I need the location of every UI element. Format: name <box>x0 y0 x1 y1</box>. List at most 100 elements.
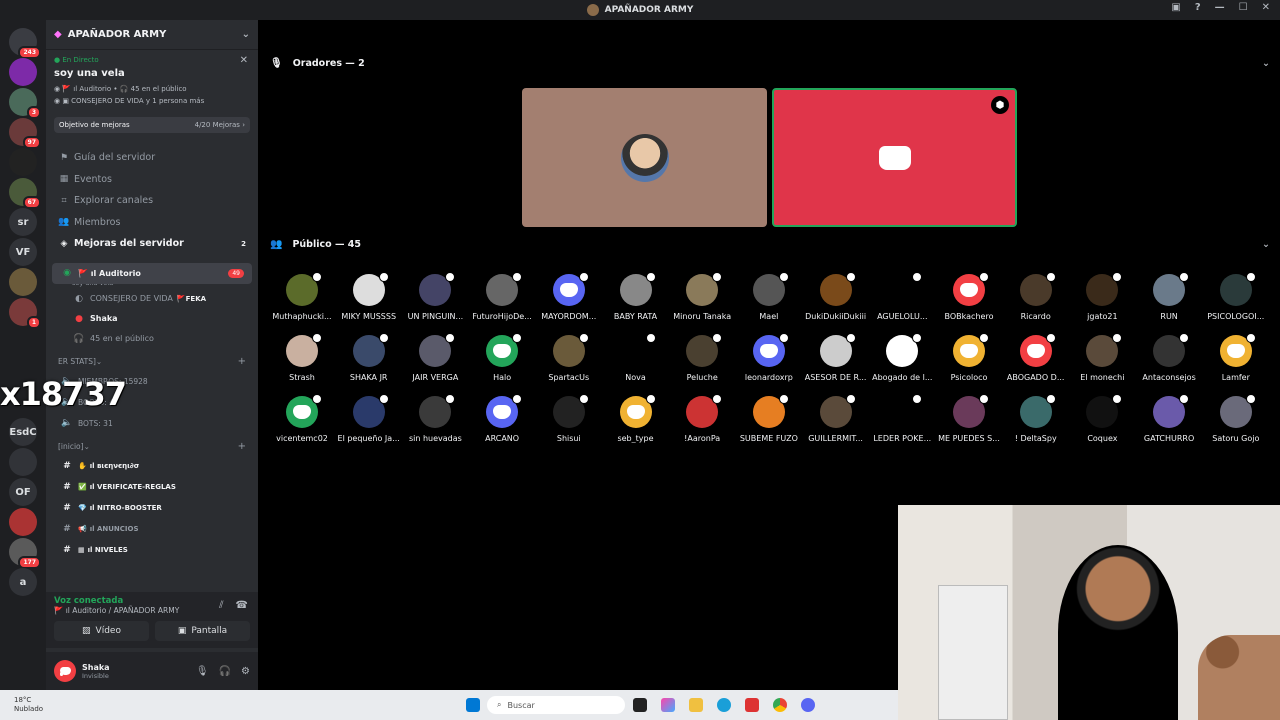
gear-icon[interactable]: ⚙ <box>241 666 250 677</box>
server-icon[interactable] <box>9 508 37 536</box>
audience-member[interactable]: ABOGADO D... <box>1003 333 1069 382</box>
server-icon[interactable] <box>9 58 37 86</box>
close-icon[interactable]: ✕ <box>240 55 248 66</box>
audience-member[interactable]: seb_type <box>603 394 669 443</box>
text-channel[interactable]: # ▦ ıl NIVELES <box>46 540 258 561</box>
audience-member[interactable]: RUN <box>1136 272 1202 321</box>
audience-member[interactable]: Lamfer <box>1203 333 1269 382</box>
text-channel[interactable]: # 💎 ıl NITRO-BOOSTER <box>46 498 258 519</box>
server-icon[interactable] <box>9 148 37 176</box>
voice-member[interactable]: ● Shaka <box>46 309 258 329</box>
server-icon[interactable]: OF <box>9 478 37 506</box>
audience-member[interactable]: Halo <box>469 333 535 382</box>
audience-member[interactable]: LEDER POKE... <box>869 394 935 443</box>
server-icon[interactable]: 1 <box>9 298 41 329</box>
audience-member[interactable]: Peluche <box>669 333 735 382</box>
audience-member[interactable]: Psicoloco <box>936 333 1002 382</box>
stats-channel[interactable]: 🔈 BOTS: 31 <box>46 413 258 434</box>
audience-member[interactable]: Nova <box>603 333 669 382</box>
audience-member[interactable]: ARCANO <box>469 394 535 443</box>
audience-member[interactable]: Abogado de l... <box>869 333 935 382</box>
audience-member[interactable]: FuturoHijoDe... <box>469 272 535 321</box>
server-icon[interactable] <box>9 268 37 296</box>
add-channel-icon[interactable]: + <box>238 356 246 367</box>
disconnect-icon[interactable]: ☎ <box>236 600 248 611</box>
nav-item[interactable]: 👥 Miembros <box>46 212 258 234</box>
audience-member[interactable]: Strash <box>269 333 335 382</box>
noise-suppression-icon[interactable]: ⫽ <box>219 600 223 611</box>
file-explorer-icon[interactable] <box>689 698 703 712</box>
audience-member[interactable]: Mael <box>736 272 802 321</box>
edge-icon[interactable] <box>717 698 731 712</box>
text-channel[interactable]: # ✅ ıl VERIFICATE-REGLAS <box>46 477 258 498</box>
copilot-icon[interactable] <box>661 698 675 712</box>
mic-icon[interactable]: 🎙 <box>196 666 209 677</box>
taskbar-search[interactable]: ⌕ Buscar <box>487 696 625 714</box>
audience-member[interactable]: ! DeltaSpy <box>1003 394 1069 443</box>
text-channel[interactable]: # ✋ ıl вιєηνєηι∂σ <box>46 456 258 477</box>
audience-member[interactable]: Ricardo <box>1003 272 1069 321</box>
audience-member[interactable]: BOBkachero <box>936 272 1002 321</box>
audience-member[interactable]: SUBEME FUZO <box>736 394 802 443</box>
add-channel-icon[interactable]: + <box>238 441 246 452</box>
audience-member[interactable]: Satoru Gojo <box>1203 394 1269 443</box>
audience-member[interactable]: sin huevadas <box>402 394 468 443</box>
audience-member[interactable]: PSICOLOGOI... <box>1203 272 1269 321</box>
help-icon[interactable]: ? <box>1195 2 1201 13</box>
audience-member[interactable]: vicentemc02 <box>269 394 335 443</box>
server-icon[interactable]: 97 <box>9 118 41 149</box>
inbox-icon[interactable]: ▣ <box>1171 2 1180 13</box>
nav-item[interactable]: ▦ Eventos <box>46 169 258 191</box>
server-header[interactable]: ◆ APAÑADOR ARMY ⌄ <box>46 20 258 50</box>
windows-start-icon[interactable] <box>466 698 480 712</box>
audience-member[interactable]: JAIR VERGA <box>402 333 468 382</box>
audience-member[interactable]: SHAKA JR <box>336 333 402 382</box>
server-icon[interactable]: 67 <box>9 178 41 209</box>
audience-member[interactable]: jgato21 <box>1069 272 1135 321</box>
chrome-icon[interactable] <box>773 698 787 712</box>
audience-member[interactable]: SpartacUs <box>536 333 602 382</box>
category-stats[interactable]: ER STATS] ⌄ + <box>46 353 258 371</box>
chevron-down-icon[interactable]: ⌄ <box>1262 58 1270 69</box>
audience-member[interactable]: MAYORDOM... <box>536 272 602 321</box>
live-stage-card[interactable]: ● En Directo soy una vela ◉ 🚩 ıl Auditor… <box>46 50 258 111</box>
server-icon[interactable]: 3 <box>9 88 41 119</box>
speaker-tile[interactable]: ⬢ <box>772 88 1017 227</box>
audience-member[interactable]: leonardoxrp <box>736 333 802 382</box>
audience-member[interactable]: Coquex <box>1069 394 1135 443</box>
audience-member[interactable]: Shisui <box>536 394 602 443</box>
voice-member[interactable]: ◐ CONSEJERO DE VIDA 🚩FEKA <box>46 289 258 309</box>
audience-member[interactable]: Minoru Tanaka <box>669 272 735 321</box>
server-icon[interactable]: 243 <box>9 28 41 59</box>
audience-member[interactable]: Antaconsejos <box>1136 333 1202 382</box>
audience-member[interactable]: BABY RATA <box>603 272 669 321</box>
category-inicio[interactable]: [inicio] ⌄ + <box>46 438 258 456</box>
screen-share-button[interactable]: ▣ Pantalla <box>155 621 250 641</box>
server-icon[interactable]: 177 <box>9 538 41 569</box>
audience-member[interactable]: El monechi <box>1069 333 1135 382</box>
headphones-icon[interactable]: 🎧 <box>219 666 231 677</box>
nav-item[interactable]: ◈ Mejoras del servidor 2 <box>46 233 258 255</box>
video-button[interactable]: ▨ Vídeo <box>54 621 149 641</box>
audience-member[interactable]: GUILLERMIT... <box>803 394 869 443</box>
close-button[interactable]: ✕ <box>1262 2 1270 13</box>
audience-member[interactable]: DukiDukiiDukiii <box>803 272 869 321</box>
nav-item[interactable]: ⚑ Guía del servidor <box>46 147 258 169</box>
server-icon[interactable]: a <box>9 568 37 596</box>
audience-member[interactable]: Muthaphucki... <box>269 272 335 321</box>
server-icon[interactable]: EsdC <box>9 418 37 446</box>
audience-member[interactable]: El pequeño Ja... <box>336 394 402 443</box>
nav-item[interactable]: ⌗ Explorar canales <box>46 190 258 212</box>
chevron-down-icon[interactable]: ⌄ <box>242 29 250 40</box>
maximize-button[interactable]: ☐ <box>1239 2 1248 13</box>
audience-member[interactable]: ASESOR DE R... <box>803 333 869 382</box>
boost-goal-bar[interactable]: Objetivo de mejoras 4/20 Mejoras › <box>54 117 250 133</box>
audience-member[interactable]: UN PINGUIN... <box>402 272 468 321</box>
task-view-icon[interactable] <box>633 698 647 712</box>
audience-member[interactable]: MIKY MUSSSS <box>336 272 402 321</box>
audience-member[interactable]: !AaronPa <box>669 394 735 443</box>
discord-taskbar-icon[interactable] <box>801 698 815 712</box>
weather-widget[interactable]: 18°C Nublado <box>14 696 43 714</box>
server-icon[interactable]: sr <box>9 208 37 236</box>
chevron-down-icon[interactable]: ⌄ <box>1262 239 1270 250</box>
